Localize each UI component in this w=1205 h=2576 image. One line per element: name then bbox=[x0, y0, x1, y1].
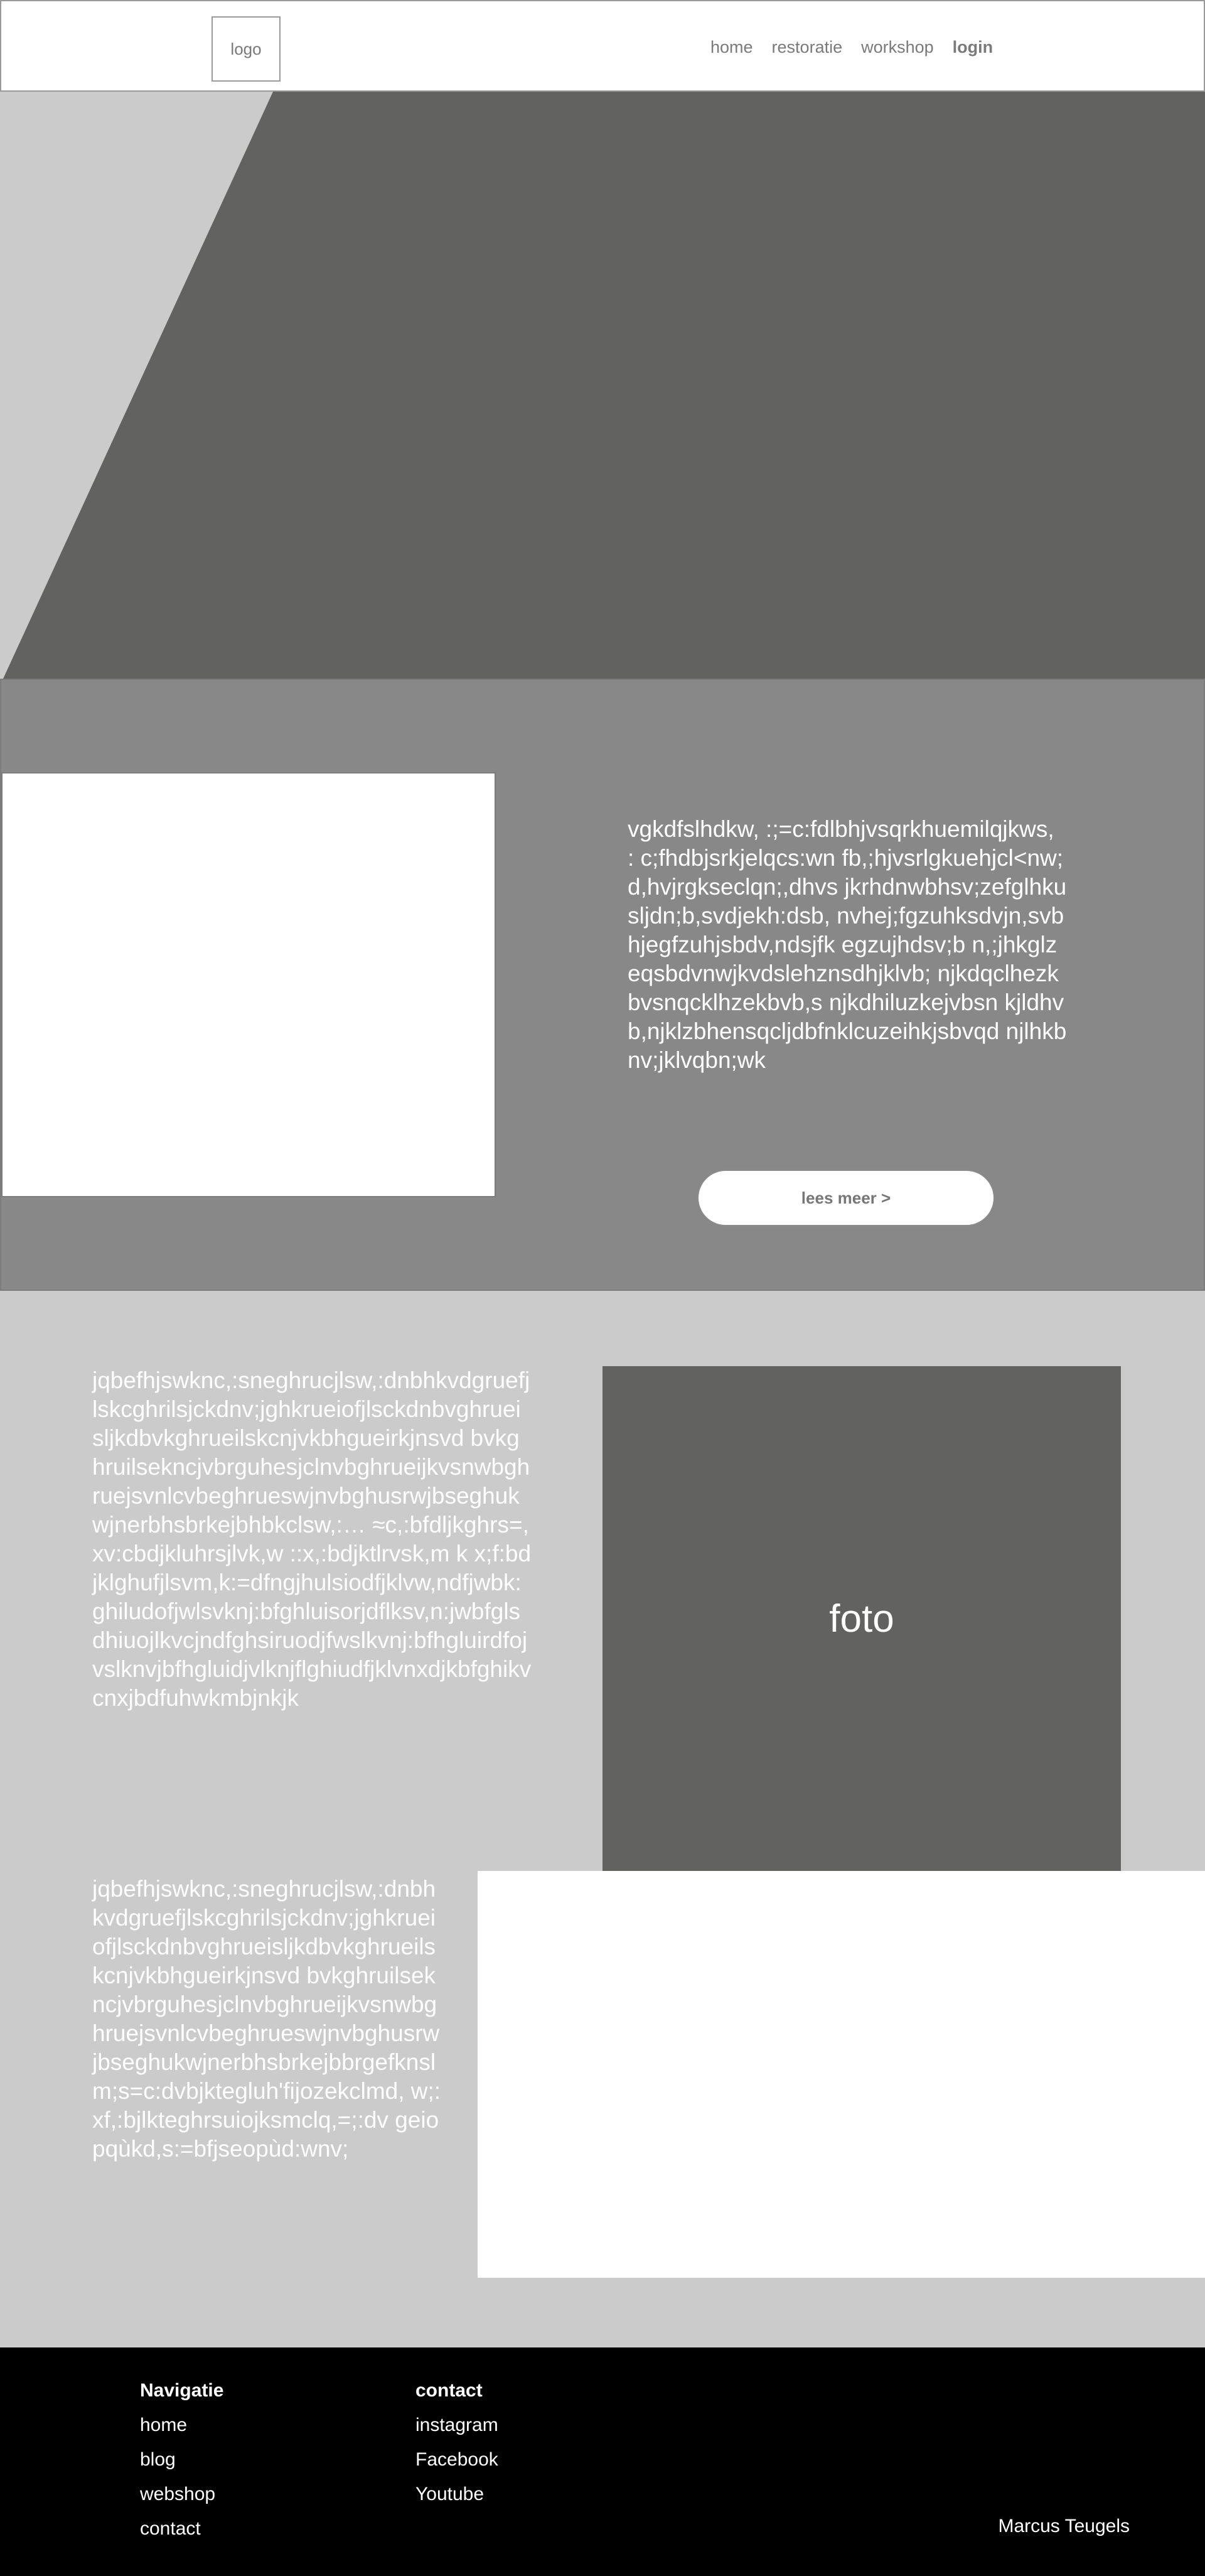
footer-author-name: Marcus Teugels bbox=[998, 2516, 1130, 2536]
photo-placeholder: foto bbox=[602, 1366, 1121, 1871]
about-text: vgkdfslhdkw, :;=c:fdlbhjvsqrkhuemilqjkws… bbox=[628, 816, 1067, 1073]
footer-link-instagram[interactable]: instagram bbox=[415, 2414, 498, 2449]
content-text-1: jqbefhjswknc,:sneghrucjlsw,:dnbhkvdgruef… bbox=[92, 1367, 532, 1711]
photo-label: foto bbox=[829, 1597, 894, 1641]
footer-link-facebook[interactable]: Facebook bbox=[415, 2449, 498, 2483]
footer-link-webshop[interactable]: webshop bbox=[140, 2483, 223, 2518]
about-section: vgkdfslhdkw, :;=c:fdlbhjvsqrkhuemilqjkws… bbox=[0, 679, 1205, 1291]
footer-navigatie-title: Navigatie bbox=[140, 2380, 224, 2401]
nav-workshop[interactable]: workshop bbox=[861, 38, 934, 57]
nav-restoratie[interactable]: restoratie bbox=[772, 38, 843, 57]
footer-contact-title: contact bbox=[415, 2380, 483, 2401]
footer-link-contact[interactable]: contact bbox=[140, 2518, 223, 2552]
read-more-button[interactable]: lees meer > bbox=[697, 1170, 995, 1226]
image-placeholder bbox=[478, 1871, 1205, 2278]
about-image-placeholder bbox=[1, 772, 496, 1197]
nav-login[interactable]: login bbox=[953, 38, 993, 57]
logo[interactable]: logo bbox=[212, 16, 281, 82]
footer-link-youtube[interactable]: Youtube bbox=[415, 2483, 498, 2518]
content-section: jqbefhjswknc,:sneghrucjlsw,:dnbhkvdgruef… bbox=[0, 1291, 1205, 2347]
content-text-2: jqbefhjswknc,:sneghrucjlsw,:dnbhkvdgruef… bbox=[92, 1876, 441, 2162]
nav-home[interactable]: home bbox=[710, 38, 753, 57]
footer-contact: contact instagram Facebook Youtube bbox=[415, 2380, 498, 2518]
footer-link-blog[interactable]: blog bbox=[140, 2449, 223, 2483]
main-nav: home restoratie workshop login bbox=[710, 1, 1012, 93]
header: logo home restoratie workshop login bbox=[0, 0, 1205, 92]
hero-diagonal-shape bbox=[0, 92, 273, 679]
footer-navigation: Navigatie home blog webshop contact bbox=[140, 2380, 223, 2552]
footer: Navigatie home blog webshop contact cont… bbox=[0, 2347, 1205, 2576]
hero-banner bbox=[0, 92, 1205, 679]
footer-link-home[interactable]: home bbox=[140, 2414, 223, 2449]
